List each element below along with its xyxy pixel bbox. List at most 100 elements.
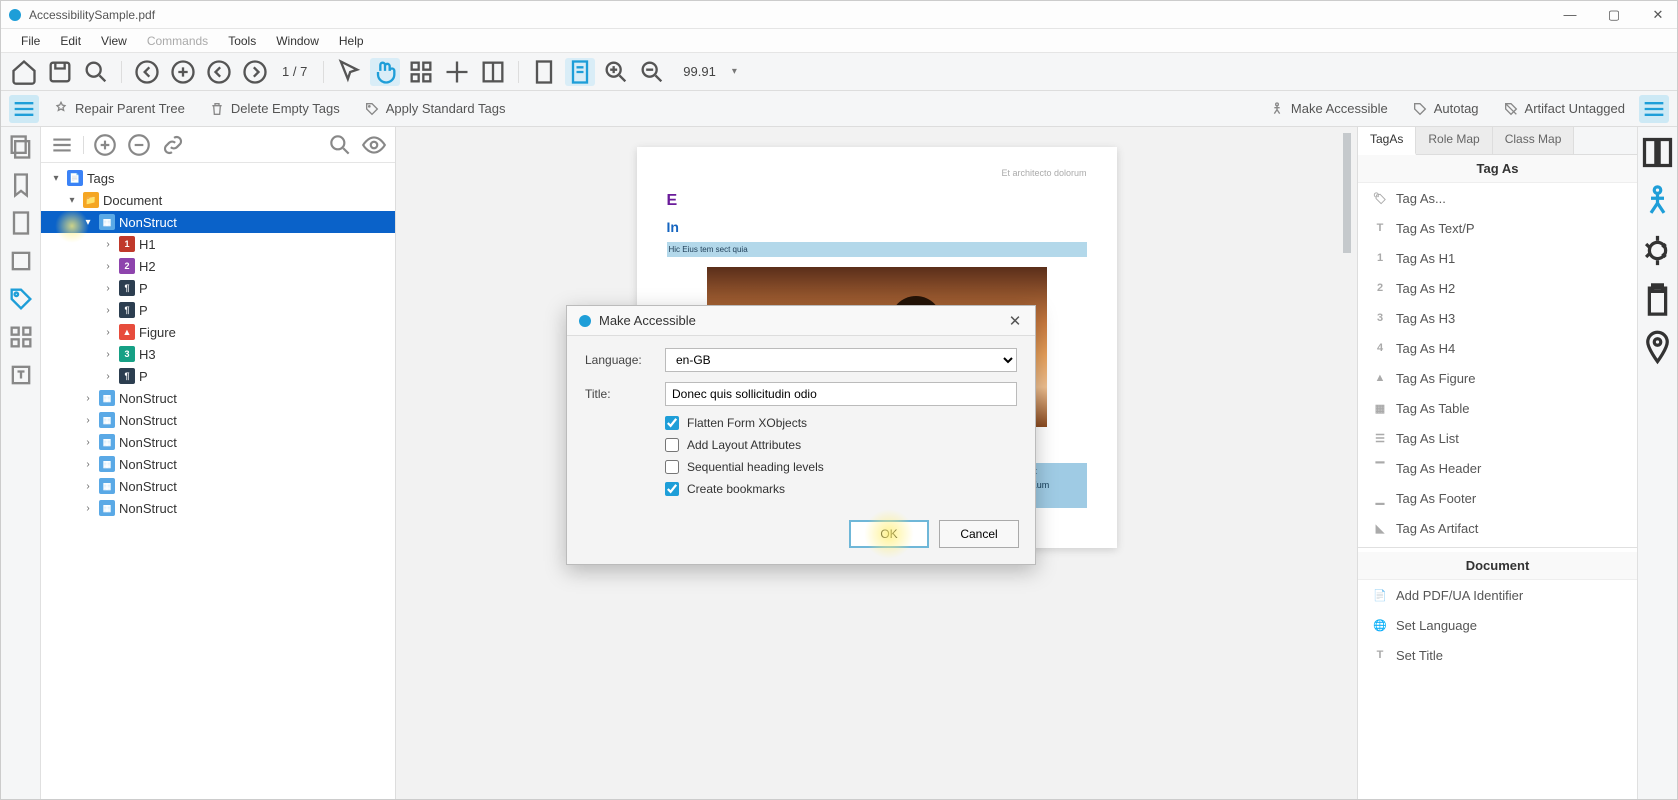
rail-r-accessible-icon[interactable] [1638, 182, 1677, 221]
tree-p[interactable]: ›¶P [41, 299, 395, 321]
tagas-h2[interactable]: 2Tag As H2 [1358, 273, 1637, 303]
create-bookmarks-checkbox[interactable]: Create bookmarks [665, 482, 1017, 496]
menu-window[interactable]: Window [266, 31, 329, 51]
page-indicator[interactable]: 1 / 7 [276, 64, 313, 79]
menu-commands[interactable]: Commands [137, 31, 218, 51]
tagas-table[interactable]: ▦Tag As Table [1358, 393, 1637, 423]
tagas-figure[interactable]: ▲Tag As Figure [1358, 363, 1637, 393]
grid-icon[interactable] [406, 58, 436, 86]
link-icon[interactable] [160, 132, 186, 158]
rail-page-icon[interactable] [7, 209, 35, 237]
pointer-icon[interactable] [334, 58, 364, 86]
tagas-generic[interactable]: 🏷Tag As... [1358, 183, 1637, 213]
title-input[interactable] [665, 382, 1017, 406]
hand-tool-icon[interactable] [370, 58, 400, 86]
menu-edit[interactable]: Edit [50, 31, 91, 51]
tagas-header[interactable]: ▔Tag As Header [1358, 453, 1637, 483]
tab-classmap[interactable]: Class Map [1493, 127, 1575, 154]
rail-tags-icon[interactable] [7, 285, 35, 313]
rail-text-icon[interactable] [7, 361, 35, 389]
panel-menu-icon[interactable] [49, 132, 75, 158]
visibility-icon[interactable] [361, 132, 387, 158]
rail-copy-icon[interactable] [7, 133, 35, 161]
tab-rolemap[interactable]: Role Map [1416, 127, 1492, 154]
rail-grid-icon[interactable] [7, 323, 35, 351]
rail-r-clipboard-icon[interactable] [1638, 280, 1677, 319]
minimize-button[interactable]: — [1557, 5, 1583, 25]
autotag-button[interactable]: Autotag [1402, 97, 1489, 121]
artifact-untagged-button[interactable]: Artifact Untagged [1493, 97, 1635, 121]
set-language[interactable]: 🌐Set Language [1358, 610, 1637, 640]
tag-tree[interactable]: ▾📄Tags ▾📁Document ▾▦NonStruct ›1H1 ›2H2 … [41, 163, 395, 799]
zoom-value[interactable]: 99.91 [673, 64, 726, 79]
tagas-h1[interactable]: 1Tag As H1 [1358, 243, 1637, 273]
tree-h2[interactable]: ›2H2 [41, 255, 395, 277]
right-panel-toggle[interactable] [1639, 95, 1669, 123]
tree-root[interactable]: ▾📄Tags [41, 167, 395, 189]
rail-r-bug-icon[interactable] [1638, 231, 1677, 270]
tree-p[interactable]: ›¶P [41, 277, 395, 299]
cancel-button[interactable]: Cancel [939, 520, 1019, 548]
scrollbar-thumb[interactable] [1343, 133, 1351, 253]
tree-figure[interactable]: ›▲Figure [41, 321, 395, 343]
search-icon[interactable] [81, 58, 111, 86]
set-title[interactable]: TSet Title [1358, 640, 1637, 670]
make-accessible-button[interactable]: Make Accessible [1259, 97, 1398, 121]
panel-search-icon[interactable] [327, 132, 353, 158]
tree-h3[interactable]: ›3H3 [41, 343, 395, 365]
tree-h1[interactable]: ›1H1 [41, 233, 395, 255]
doc-icon[interactable] [529, 58, 559, 86]
menu-help[interactable]: Help [329, 31, 374, 51]
first-page-icon[interactable] [132, 58, 162, 86]
tree-document[interactable]: ▾📁Document [41, 189, 395, 211]
tab-tagas[interactable]: TagAs [1358, 127, 1416, 155]
save-icon[interactable] [45, 58, 75, 86]
tagas-artifact[interactable]: ◣Tag As Artifact [1358, 513, 1637, 543]
pan-icon[interactable] [442, 58, 472, 86]
doc-active-icon[interactable] [565, 58, 595, 86]
add-icon[interactable] [92, 132, 118, 158]
zoom-dropdown-icon[interactable]: ▾ [732, 66, 737, 77]
tree-p[interactable]: ›¶P [41, 365, 395, 387]
zoom-out-icon[interactable] [637, 58, 667, 86]
tree-nonstruct-selected[interactable]: ▾▦NonStruct [41, 211, 395, 233]
tagas-text[interactable]: TTag As Text/P [1358, 213, 1637, 243]
zoom-in-icon[interactable] [601, 58, 631, 86]
ok-button[interactable]: OK [849, 520, 929, 548]
tagas-h4[interactable]: 4Tag As H4 [1358, 333, 1637, 363]
tagas-list[interactable]: ☰Tag As List [1358, 423, 1637, 453]
flatten-checkbox[interactable]: Flatten Form XObjects [665, 416, 1017, 430]
menu-view[interactable]: View [91, 31, 137, 51]
rail-layers-icon[interactable] [7, 247, 35, 275]
tree-nonstruct[interactable]: ›▦NonStruct [41, 475, 395, 497]
tree-nonstruct[interactable]: ›▦NonStruct [41, 453, 395, 475]
apply-standard-tags-button[interactable]: Apply Standard Tags [354, 97, 516, 121]
tree-nonstruct[interactable]: ›▦NonStruct [41, 497, 395, 519]
rail-bookmark-icon[interactable] [7, 171, 35, 199]
tagas-footer[interactable]: ▁Tag As Footer [1358, 483, 1637, 513]
dialog-close-button[interactable]: ✕ [1005, 312, 1025, 330]
left-panel-toggle[interactable] [9, 95, 39, 123]
maximize-button[interactable]: ▢ [1601, 5, 1627, 25]
menu-tools[interactable]: Tools [218, 31, 266, 51]
menu-file[interactable]: File [11, 31, 50, 51]
rail-r-pin-icon[interactable] [1638, 329, 1677, 368]
repair-parent-tree-button[interactable]: Repair Parent Tree [43, 97, 195, 121]
delete-empty-tags-button[interactable]: Delete Empty Tags [199, 97, 350, 121]
next-page-icon[interactable] [168, 58, 198, 86]
home-icon[interactable] [9, 58, 39, 86]
language-select[interactable]: en-GB [665, 348, 1017, 372]
tagas-h3[interactable]: 3Tag As H3 [1358, 303, 1637, 333]
layout-attrs-checkbox[interactable]: Add Layout Attributes [665, 438, 1017, 452]
layout-icon[interactable] [478, 58, 508, 86]
tree-nonstruct[interactable]: ›▦NonStruct [41, 431, 395, 453]
remove-icon[interactable] [126, 132, 152, 158]
prev-nav-icon[interactable] [204, 58, 234, 86]
tree-nonstruct[interactable]: ›▦NonStruct [41, 409, 395, 431]
next-nav-icon[interactable] [240, 58, 270, 86]
sequential-headings-checkbox[interactable]: Sequential heading levels [665, 460, 1017, 474]
add-pdfua-identifier[interactable]: 📄Add PDF/UA Identifier [1358, 580, 1637, 610]
close-button[interactable]: ✕ [1645, 5, 1671, 25]
rail-r-book-icon[interactable] [1638, 133, 1677, 172]
tree-nonstruct[interactable]: ›▦NonStruct [41, 387, 395, 409]
